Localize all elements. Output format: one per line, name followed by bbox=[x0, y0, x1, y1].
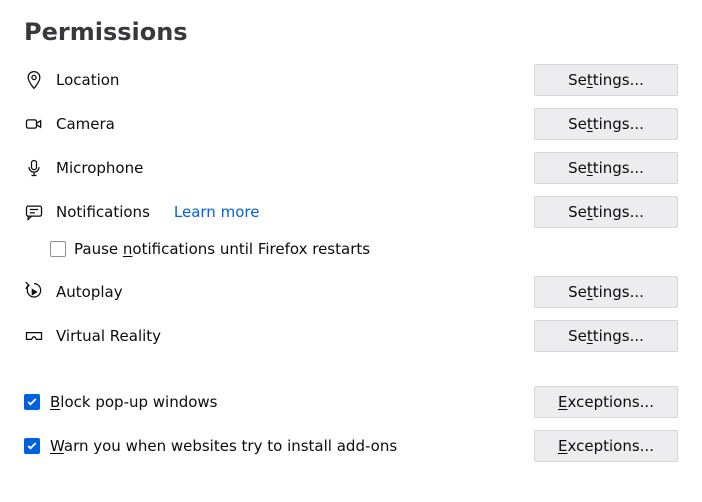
addons-warn-exceptions-button[interactable]: Exceptions... bbox=[534, 430, 678, 462]
autoplay-icon bbox=[24, 282, 44, 302]
vr-label: Virtual Reality bbox=[56, 327, 161, 345]
location-settings-button[interactable]: Settings... bbox=[534, 64, 678, 96]
permission-row-camera: Camera Settings... bbox=[24, 108, 678, 140]
addons-warn-label: Warn you when websites try to install ad… bbox=[50, 437, 397, 455]
permission-row-vr: Virtual Reality Settings... bbox=[24, 320, 678, 352]
notifications-learn-more-link[interactable]: Learn more bbox=[174, 203, 260, 221]
addons-warn-checkbox[interactable] bbox=[24, 438, 40, 454]
block-popups-label: Block pop-up windows bbox=[50, 393, 218, 411]
notifications-settings-button[interactable]: Settings... bbox=[534, 196, 678, 228]
permission-row-notifications: Notifications Learn more Settings... bbox=[24, 196, 678, 228]
permission-row-autoplay: Autoplay Settings... bbox=[24, 276, 678, 308]
notifications-label: Notifications bbox=[56, 203, 150, 221]
camera-icon bbox=[24, 114, 44, 134]
vr-headset-icon bbox=[24, 326, 44, 346]
location-label: Location bbox=[56, 71, 119, 89]
pause-notifications-label: Pause notifications until Firefox restar… bbox=[74, 240, 370, 258]
notifications-icon bbox=[24, 202, 44, 222]
location-pin-icon bbox=[24, 70, 44, 90]
autoplay-settings-button[interactable]: Settings... bbox=[534, 276, 678, 308]
addons-warn-row: Warn you when websites try to install ad… bbox=[24, 430, 678, 462]
pause-notifications-checkbox[interactable] bbox=[50, 241, 66, 257]
permissions-heading: Permissions bbox=[24, 18, 678, 46]
vr-settings-button[interactable]: Settings... bbox=[534, 320, 678, 352]
block-popups-row: Block pop-up windows Exceptions... bbox=[24, 386, 678, 418]
block-popups-exceptions-button[interactable]: Exceptions... bbox=[534, 386, 678, 418]
microphone-settings-button[interactable]: Settings... bbox=[534, 152, 678, 184]
microphone-label: Microphone bbox=[56, 159, 143, 177]
pause-notifications-row: Pause notifications until Firefox restar… bbox=[50, 240, 678, 258]
camera-settings-button[interactable]: Settings... bbox=[534, 108, 678, 140]
autoplay-label: Autoplay bbox=[56, 283, 123, 301]
microphone-icon bbox=[24, 158, 44, 178]
camera-label: Camera bbox=[56, 115, 115, 133]
permission-row-microphone: Microphone Settings... bbox=[24, 152, 678, 184]
permission-row-location: Location Settings... bbox=[24, 64, 678, 96]
block-popups-checkbox[interactable] bbox=[24, 394, 40, 410]
